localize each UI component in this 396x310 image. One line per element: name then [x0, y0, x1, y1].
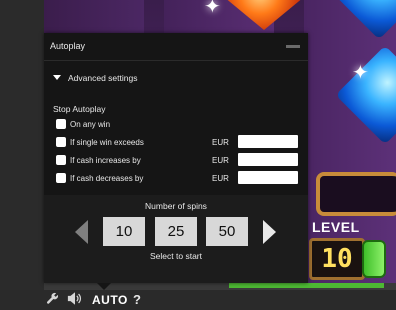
progress-fill — [229, 283, 384, 288]
currency-label: EUR — [212, 156, 229, 165]
sparkle-icon: ✦ — [352, 62, 369, 84]
checkbox[interactable] — [56, 173, 66, 183]
option-label: On any win — [70, 120, 111, 129]
currency-label: EUR — [212, 138, 229, 147]
arrow-right-icon[interactable] — [263, 220, 276, 244]
level-progress-indicator — [362, 240, 386, 278]
cash-increase-amount-input[interactable] — [238, 153, 298, 166]
help-button[interactable]: ? — [133, 292, 141, 307]
select-hint: Select to start — [150, 251, 202, 261]
divider — [44, 60, 308, 61]
advanced-settings-toggle[interactable]: Advanced settings — [68, 73, 137, 83]
autoplay-button[interactable]: AUTO — [92, 293, 128, 307]
option-on-any-win[interactable]: On any win — [56, 119, 306, 131]
currency-label: EUR — [212, 174, 229, 183]
bottom-toolbar: AUTO ? — [0, 290, 396, 310]
left-margin — [0, 0, 44, 290]
stop-autoplay-heading: Stop Autoplay — [53, 104, 106, 114]
option-label: If single win exceeds — [70, 138, 144, 147]
autoplay-panel: Autoplay Advanced settings Stop Autoplay… — [44, 33, 308, 283]
option-cash-increases[interactable]: If cash increases by EUR — [56, 153, 306, 167]
checkbox[interactable] — [56, 137, 66, 147]
speaker-icon[interactable] — [67, 292, 83, 308]
spins-option-button[interactable]: 50 — [206, 217, 248, 246]
single-win-amount-input[interactable] — [238, 135, 298, 148]
option-single-win-exceeds[interactable]: If single win exceeds EUR — [56, 135, 306, 149]
checkbox[interactable] — [56, 119, 66, 129]
wrench-icon[interactable] — [46, 292, 59, 308]
option-cash-decreases[interactable]: If cash decreases by EUR — [56, 171, 306, 185]
win-display-box — [316, 172, 396, 216]
level-label: LEVEL — [312, 219, 360, 235]
checkbox[interactable] — [56, 155, 66, 165]
panel-pointer — [97, 283, 111, 290]
level-value: 10 — [309, 238, 365, 280]
panel-title: Autoplay — [50, 41, 86, 51]
arrow-left-icon[interactable] — [75, 220, 88, 244]
spins-option-button[interactable]: 10 — [103, 217, 145, 246]
cash-decrease-amount-input[interactable] — [238, 171, 298, 184]
sparkle-icon: ✦ — [204, 0, 221, 18]
caret-down-icon[interactable] — [53, 75, 61, 80]
spins-option-button[interactable]: 25 — [155, 217, 197, 246]
spins-selector: Number of spins 10 25 50 Select to start — [44, 195, 308, 283]
option-label: If cash increases by — [70, 156, 141, 165]
minimize-icon[interactable] — [286, 45, 300, 48]
option-label: If cash decreases by — [70, 174, 144, 183]
spins-title: Number of spins — [145, 201, 207, 211]
